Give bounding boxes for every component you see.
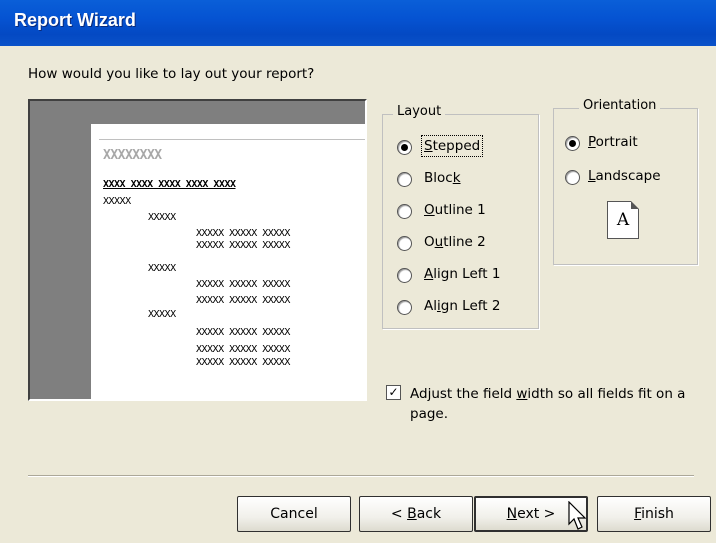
preview-group-level-2: XXXXX (148, 212, 176, 223)
orientation-group-title: Orientation (579, 98, 661, 113)
back-button[interactable]: < Back (359, 496, 473, 532)
portrait-label[interactable]: Portrait (588, 134, 638, 150)
outline-2-label[interactable]: Outline 2 (424, 234, 486, 250)
preview-detail-row: XXXXX XXXXX XXXXX (196, 327, 290, 338)
block-radio[interactable] (397, 172, 412, 187)
landscape-label[interactable]: Landscape (588, 168, 661, 184)
align-left-2-radio[interactable] (397, 300, 412, 315)
layout-group-title: Layout (393, 104, 446, 119)
preview-detail-row: XXXXX XXXXX XXXXX (196, 279, 290, 290)
layout-preview: XXXXXXXX XXXX XXXX XXXX XXXX XXXX XXXXX … (28, 99, 367, 401)
preview-detail-row: XXXXX XXXXX XXXXX (196, 228, 290, 239)
align-left-2-label[interactable]: Align Left 2 (424, 298, 500, 314)
stepped-label[interactable]: Stepped (420, 135, 484, 157)
cancel-button[interactable]: Cancel (237, 496, 351, 532)
preview-detail-row: XXXXX XXXXX XXXXX (196, 295, 290, 306)
preview-header-row: XXXX XXXX XXXX XXXX XXXX (103, 179, 236, 190)
align-left-1-label[interactable]: Align Left 1 (424, 266, 500, 282)
preview-group-level-1: XXXXX (103, 196, 131, 207)
landscape-radio[interactable] (565, 170, 580, 185)
portrait-radio[interactable] (565, 136, 580, 151)
portrait-page-icon: A (607, 201, 639, 239)
preview-rule (99, 139, 365, 140)
finish-button[interactable]: Finish (597, 496, 711, 532)
mouse-pointer-icon (568, 501, 587, 530)
stepped-radio[interactable] (397, 140, 412, 155)
outline-2-radio[interactable] (397, 236, 412, 251)
adjust-width-checkbox[interactable]: ✓ (386, 385, 401, 400)
preview-detail-row: XXXXX XXXXX XXXXX (196, 240, 290, 251)
preview-title: XXXXXXXX (103, 148, 162, 163)
block-label[interactable]: Block (424, 170, 461, 186)
align-left-1-radio[interactable] (397, 268, 412, 283)
preview-page: XXXXXXXX XXXX XXXX XXXX XXXX XXXX XXXXX … (91, 124, 365, 401)
outline-1-radio[interactable] (397, 204, 412, 219)
title-bar[interactable]: Report Wizard (0, 0, 716, 46)
preview-group-level-2: XXXXX (148, 309, 176, 320)
button-separator (28, 475, 694, 477)
outline-1-label[interactable]: Outline 1 (424, 202, 486, 218)
preview-group-level-2: XXXXX (148, 263, 176, 274)
layout-question: How would you like to lay out your repor… (28, 66, 315, 82)
adjust-width-label[interactable]: Adjust the field width so all fields fit… (410, 384, 700, 424)
window-title: Report Wizard (14, 10, 136, 30)
orientation-group-box (553, 108, 698, 265)
preview-detail-row: XXXXX XXXXX XXXXX (196, 344, 290, 355)
preview-detail-row: XXXXX XXXXX XXXXX (196, 357, 290, 368)
